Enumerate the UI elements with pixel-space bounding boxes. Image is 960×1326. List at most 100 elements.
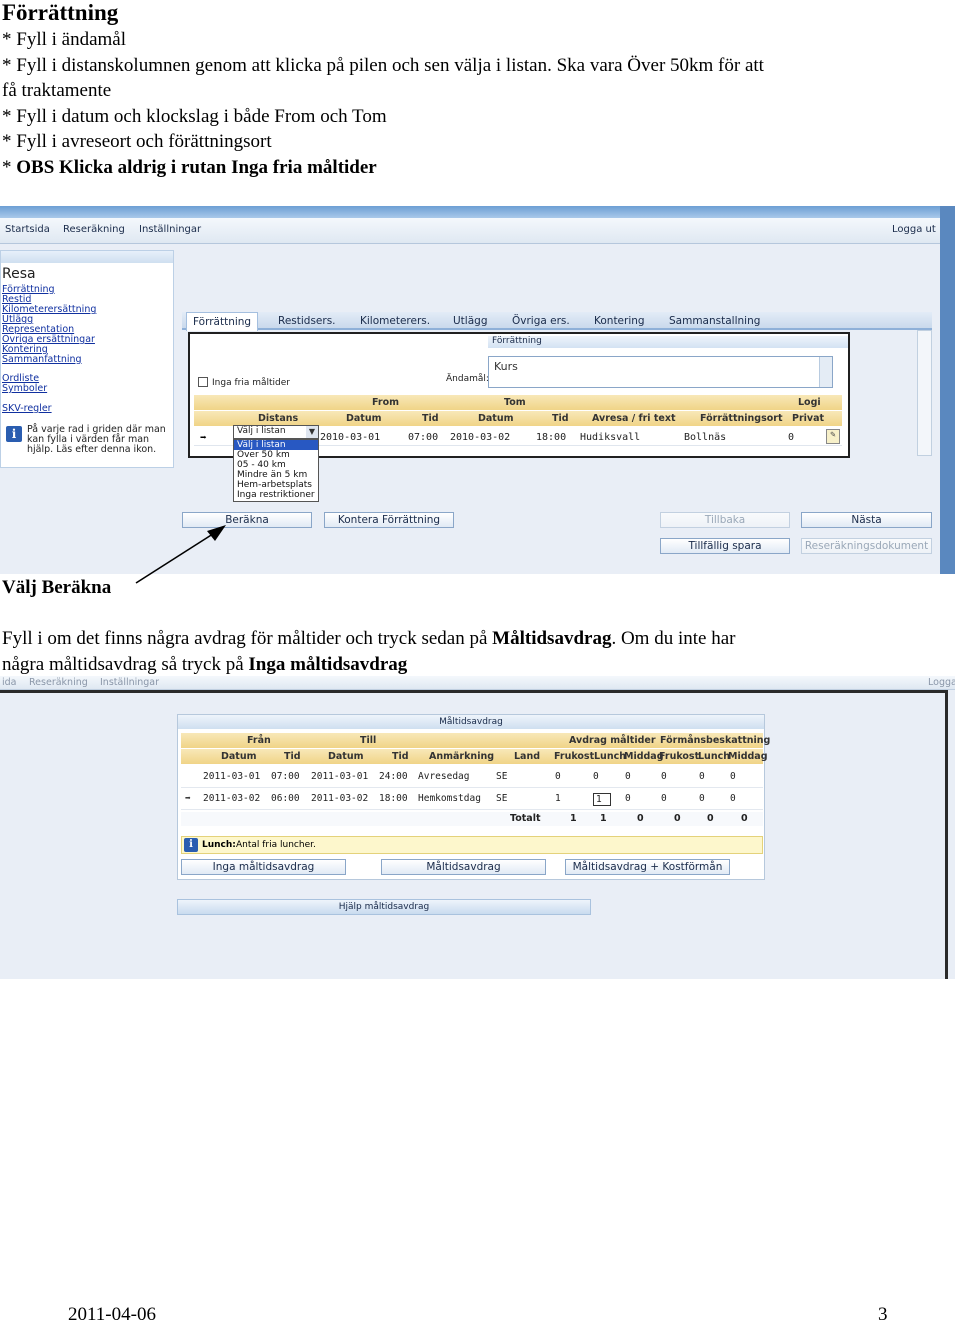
page-title: Förrättning — [2, 0, 119, 25]
reserakningsdokument-button[interactable]: Reseräkningsdokument — [801, 538, 932, 554]
sidebar-link-skv[interactable]: SKV-regler — [2, 403, 52, 414]
tab-kilometerers[interactable]: Kilometerers. — [360, 315, 430, 327]
tab-ovriga[interactable]: Övriga ers. — [512, 315, 570, 327]
cell-lunch-formans[interactable]: 0 — [699, 771, 705, 782]
col-group-logi: Logi — [798, 397, 821, 408]
tab-utlagg[interactable]: Utlägg — [453, 315, 487, 327]
inga-fria-checkbox[interactable] — [198, 377, 208, 387]
grid-header-top: From Tom Logi — [194, 395, 842, 410]
cell-to-date[interactable]: 2010-03-02 — [450, 432, 510, 443]
col-tid-from: Tid — [422, 413, 439, 424]
cell-tid-till[interactable]: 18:00 — [379, 793, 408, 804]
instruction-line: * Fyll i datum och klockslag i både From… — [2, 106, 387, 127]
andamal-label: Ändamål: — [446, 374, 489, 384]
cell-from-date[interactable]: 2010-03-01 — [320, 432, 380, 443]
tillbaka-button[interactable]: Tillbaka — [660, 512, 790, 528]
cell-frukost[interactable]: 0 — [555, 771, 561, 782]
lunch-info-text: Antal fria luncher. — [236, 840, 316, 850]
sidebar-info-text: På varje rad i griden där man kan fylla … — [27, 424, 166, 455]
cell-middag-formans[interactable]: 0 — [730, 771, 736, 782]
chevron-down-icon[interactable]: ▼ — [306, 426, 318, 438]
distans-option[interactable]: Mindre än 5 km — [234, 470, 318, 480]
nav-startsida[interactable]: Startsida — [5, 224, 50, 235]
nav-reserakning[interactable]: Reseräkning — [29, 677, 88, 688]
andamal-value: Kurs — [494, 360, 518, 373]
col-tid-tom: Tid — [552, 413, 569, 424]
cell-middag[interactable]: 0 — [625, 771, 631, 782]
col-tid-fran: Tid — [284, 751, 301, 762]
sidebar-link-sammanfattning[interactable]: Sammanfattning — [2, 354, 82, 365]
cell-anmarkning[interactable]: Hemkomstdag — [418, 793, 481, 804]
nav-installningar[interactable]: Inställningar — [139, 224, 201, 235]
main-nav: ida Reseräkning Inställningar Logga — [0, 676, 955, 690]
cell-lunch[interactable]: 1 — [593, 793, 611, 806]
kontera-button[interactable]: Kontera Förrättning — [324, 512, 454, 528]
table-row[interactable]: ➡ 2011-03-02 06:00 2011-03-02 18:00 Hemk… — [181, 790, 763, 810]
inga-maltidsavdrag-button[interactable]: Inga måltidsavdrag — [181, 859, 346, 875]
cell-tid-fran[interactable]: 07:00 — [271, 771, 300, 782]
nav-installningar[interactable]: Inställningar — [100, 677, 159, 688]
distans-option[interactable]: Över 50 km — [234, 450, 318, 460]
cell-anmarkning[interactable]: Avresedag — [418, 771, 469, 782]
col-anmarkning: Anmärkning — [429, 751, 495, 762]
cell-to-time[interactable]: 18:00 — [536, 432, 566, 443]
cell-frukost-formans[interactable]: 0 — [661, 793, 667, 804]
total-frukost: 1 — [570, 813, 577, 824]
cell-datum-fran[interactable]: 2011-03-01 — [203, 771, 260, 782]
sidebar-link-symboler[interactable]: Symboler — [2, 383, 47, 394]
cell-land[interactable]: SE — [496, 793, 507, 804]
cell-from-time[interactable]: 07:00 — [408, 432, 438, 443]
cell-tid-fran[interactable]: 06:00 — [271, 793, 300, 804]
distans-option[interactable]: 05 - 40 km — [234, 460, 318, 470]
cell-land[interactable]: SE — [496, 771, 507, 782]
col-land: Land — [514, 751, 541, 762]
distans-dropdown[interactable]: Välj i listan ▼ — [233, 425, 319, 439]
panel-scrollbar[interactable] — [917, 330, 932, 456]
cell-middag[interactable]: 0 — [625, 793, 631, 804]
distans-option[interactable]: Inga restriktioner — [234, 490, 318, 500]
nav-logout[interactable]: Logga — [928, 677, 955, 688]
distans-option[interactable]: Välj i listan — [234, 440, 318, 450]
help-bar[interactable]: Hjälp måltidsavdrag — [177, 899, 591, 915]
cell-lunch-formans[interactable]: 0 — [699, 793, 705, 804]
berakna-button[interactable]: Beräkna — [182, 512, 312, 528]
info-icon: i — [6, 426, 22, 442]
tab-restidsers[interactable]: Restidsers. — [278, 315, 336, 327]
note-icon[interactable]: ✎ — [826, 429, 840, 444]
help-label: Hjälp måltidsavdrag — [338, 902, 430, 912]
cell-logi[interactable]: 0 — [788, 432, 794, 443]
tab-kontering[interactable]: Kontering — [594, 315, 645, 327]
tab-forrattning[interactable]: Förrättning — [186, 312, 259, 331]
window-edge — [940, 206, 955, 574]
cell-frukost-formans[interactable]: 0 — [661, 771, 667, 782]
panel-title: Måltidsavdrag — [178, 715, 764, 729]
cell-datum-till[interactable]: 2011-03-02 — [311, 793, 368, 804]
total-lunch: 1 — [600, 813, 607, 824]
sidebar: Resa Förrättning Restid Kilometerersättn… — [0, 250, 174, 468]
cell-tid-till[interactable]: 24:00 — [379, 771, 408, 782]
distans-option[interactable]: Hem-arbetsplats — [234, 480, 318, 490]
kostforman-button[interactable]: Måltidsavdrag + Kostförmån — [565, 859, 730, 875]
sidebar-header — [1, 251, 173, 263]
cell-avresa[interactable]: Hudiksvall — [580, 432, 640, 443]
cell-datum-till[interactable]: 2011-03-01 — [311, 771, 368, 782]
cell-lunch[interactable]: 0 — [593, 771, 599, 782]
nav-reserakning[interactable]: Reseräkning — [63, 224, 125, 235]
tab-sammanstallning[interactable]: Sammanstallning — [669, 315, 760, 327]
col-frukost-formans: Frukost — [659, 751, 700, 762]
screenshot-forrattning: Startsida Reseräkning Inställningar Logg… — [0, 206, 955, 574]
tillfallig-spara-button[interactable]: Tillfällig spara — [660, 538, 790, 554]
maltidsavdrag-button[interactable]: Måltidsavdrag — [381, 859, 546, 875]
nav-startsida[interactable]: ida — [2, 677, 17, 688]
nasta-button[interactable]: Nästa — [801, 512, 932, 528]
cell-middag-formans[interactable]: 0 — [730, 793, 736, 804]
cell-datum-fran[interactable]: 2011-03-02 — [203, 793, 260, 804]
maltidsavdrag-panel: Måltidsavdrag Från Till Avdrag måltider … — [177, 714, 770, 880]
nav-logout[interactable]: Logga ut — [892, 224, 936, 235]
andamal-scrollbar[interactable] — [819, 357, 832, 387]
cell-ort[interactable]: Bollnäs — [684, 432, 726, 443]
para-text: några måltidsavdrag så tryck på — [2, 654, 249, 675]
andamal-input[interactable]: Kurs — [488, 356, 833, 388]
cell-frukost[interactable]: 1 — [555, 793, 561, 804]
table-row[interactable]: 2011-03-01 07:00 2011-03-01 24:00 Avrese… — [181, 768, 763, 788]
